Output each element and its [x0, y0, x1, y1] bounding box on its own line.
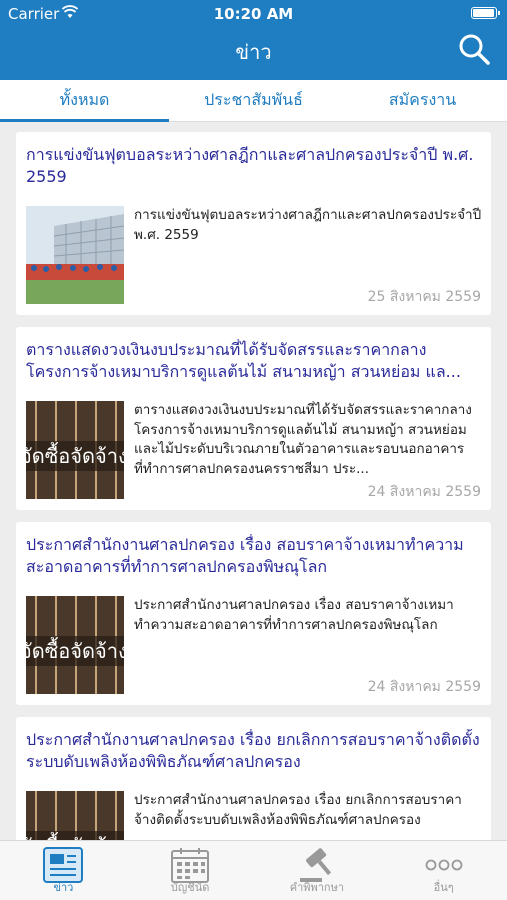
thumb-overlay-text: จัดซื้อจัดจ้าง: [26, 442, 124, 468]
tab-all[interactable]: ทั้งหมด: [0, 80, 169, 122]
tabbar-more-label: อื่นๆ: [433, 881, 454, 894]
news-card[interactable]: ตารางแสดงวงเงินงบประมาณที่ได้รับจัดสรรแล…: [16, 327, 491, 510]
news-title: ประกาศสำนักงานศาลปกครอง เรื่อง ยกเลิกการ…: [26, 730, 480, 771]
news-thumbnail: จัดซื้อจัดจ้าง: [26, 401, 124, 499]
news-date: 25 สิงหาคม 2559: [367, 289, 481, 305]
news-title: ประกาศสำนักงานศาลปกครอง เรื่อง สอบราคาจ้…: [26, 535, 464, 576]
battery-fill: [473, 9, 494, 17]
news-title: การแข่งขันฟุตบอลระหว่างศาลฎีกาและศาลปกคร…: [26, 145, 474, 186]
tab-jobs[interactable]: สมัครงาน: [338, 80, 507, 121]
thumb-overlay-text: จัดซื้อจัดจ้าง: [26, 832, 124, 840]
news-title: ตารางแสดงวงเงินงบประมาณที่ได้รับจัดสรรแล…: [26, 340, 461, 381]
news-thumbnail: จัดซื้อจัดจ้าง: [26, 596, 124, 694]
news-summary: ประกาศสำนักงานศาลปกครอง เรื่อง ยกเลิกการ…: [134, 792, 462, 828]
news-card[interactable]: การแข่งขันฟุตบอลระหว่างศาลฎีกาและศาลปกคร…: [16, 132, 491, 315]
search-icon[interactable]: [457, 32, 491, 66]
page-title: ข่าว: [235, 40, 272, 64]
news-summary: ตารางแสดงวงเงินงบประมาณที่ได้รับจัดสรรแล…: [134, 402, 472, 477]
news-summary: การแข่งขันฟุตบอลระหว่างศาลฎีกาและศาลปกคร…: [134, 207, 482, 243]
news-card[interactable]: ประกาศสำนักงานศาลปกครอง เรื่อง สอบราคาจ้…: [16, 522, 491, 705]
news-list[interactable]: การแข่งขันฟุตบอลระหว่างศาลฎีกาและศาลปกคร…: [0, 122, 507, 840]
thumb-overlay-text: จัดซื้อจัดจ้าง: [26, 637, 124, 663]
procurement-photo: จัดซื้อจัดจ้าง: [26, 596, 124, 694]
tabbar-appointments[interactable]: บัญชีนัด: [127, 841, 254, 900]
category-tabs: ทั้งหมด ประชาสัมพันธ์ สมัครงาน: [0, 80, 507, 122]
procurement-photo: จัดซื้อจัดจ้าง: [26, 401, 124, 499]
news-thumbnail: [26, 206, 124, 304]
tabbar-judgments-label: คำพิพากษา: [289, 881, 345, 894]
tabbar-news[interactable]: ข่าว: [0, 841, 127, 900]
tabbar-judgments[interactable]: คำพิพากษา: [254, 841, 381, 900]
news-card[interactable]: ประกาศสำนักงานศาลปกครอง เรื่อง ยกเลิกการ…: [16, 717, 491, 840]
bottom-tab-bar: ข่าว บัญชีนัด คำพิพากษา อื่นๆ: [0, 840, 507, 900]
app-header: Carrier 10:20 AM ข่าว: [0, 0, 507, 80]
tabbar-appointments-label: บัญชีนัด: [170, 881, 210, 894]
tab-public-relations[interactable]: ประชาสัมพันธ์: [169, 80, 338, 121]
news-date: 24 สิงหาคม 2559: [367, 484, 481, 500]
procurement-photo: จัดซื้อจัดจ้าง: [26, 791, 124, 840]
news-thumbnail: จัดซื้อจัดจ้าง: [26, 791, 124, 840]
status-bar: Carrier 10:20 AM: [0, 0, 507, 26]
building-photo: [26, 206, 124, 304]
tabbar-more[interactable]: อื่นๆ: [380, 841, 507, 900]
status-time: 10:20 AM: [213, 5, 294, 23]
news-date: 24 สิงหาคม 2559: [367, 679, 481, 695]
tabbar-news-label: ข่าว: [53, 881, 74, 894]
news-summary: ประกาศสำนักงานศาลปกครอง เรื่อง สอบราคาจ้…: [134, 597, 454, 633]
battery-icon: [471, 7, 500, 19]
